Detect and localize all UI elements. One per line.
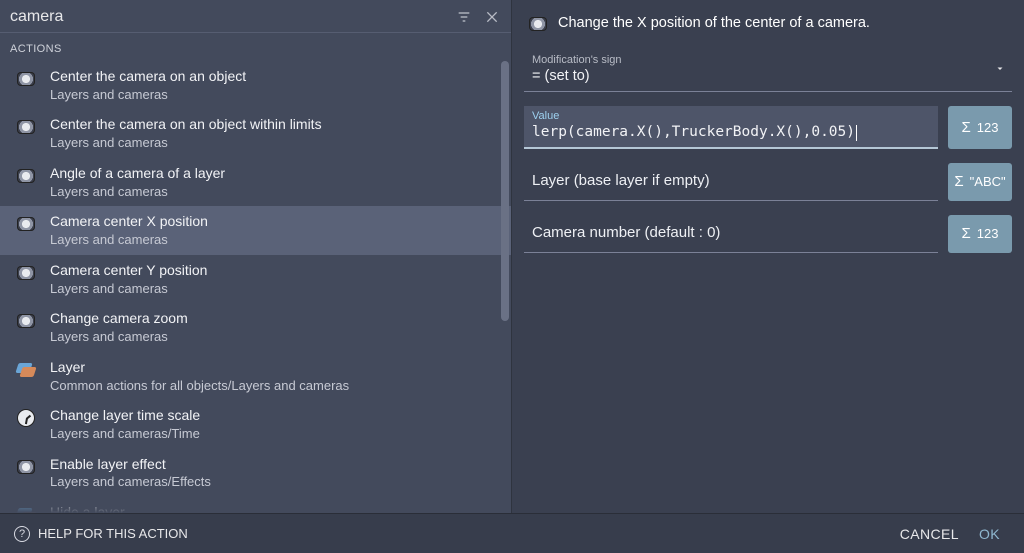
expression-number-button[interactable]: Σ 123 (948, 215, 1012, 253)
expression-string-button[interactable]: Σ "ABC" (948, 163, 1012, 201)
sigma-icon: Σ (962, 225, 971, 242)
list-item[interactable]: Change layer time scaleLayers and camera… (0, 400, 511, 448)
item-sub: Layers and cameras (50, 86, 246, 104)
cancel-button[interactable]: CANCEL (890, 520, 969, 548)
list-item[interactable]: Hide a layerLayers and cameras (0, 497, 511, 513)
layer-input[interactable]: Layer (base layer if empty) (524, 163, 938, 201)
expr-num-label: 123 (977, 120, 999, 135)
sign-label: Modification's sign (532, 54, 1010, 66)
ok-button[interactable]: OK (969, 520, 1010, 548)
layer-placeholder: Layer (base layer if empty) (532, 172, 936, 189)
parameters-panel: Change the X position of the center of a… (512, 0, 1024, 513)
camera-icon (16, 69, 36, 89)
section-label: ACTIONS (0, 33, 511, 61)
footer: ? HELP FOR THIS ACTION CANCEL OK (0, 513, 1024, 553)
camera-icon (16, 117, 36, 137)
camera-number-placeholder: Camera number (default : 0) (532, 224, 936, 241)
help-label: HELP FOR THIS ACTION (38, 526, 188, 541)
sigma-icon: Σ (954, 173, 963, 190)
item-title: Enable layer effect (50, 455, 211, 474)
expr-str-label: "ABC" (970, 174, 1006, 189)
expression-number-button[interactable]: Σ 123 (948, 106, 1012, 149)
action-header: Change the X position of the center of a… (524, 10, 1012, 48)
item-sub: Layers and cameras/Time (50, 425, 200, 443)
sigma-icon: Σ (962, 119, 971, 136)
camera-icon (16, 214, 36, 234)
sign-value: = (set to) (532, 68, 1010, 84)
item-title: Change layer time scale (50, 406, 200, 425)
actions-list: Center the camera on an objectLayers and… (0, 61, 511, 513)
item-sub: Layers and cameras (50, 231, 208, 249)
camera-icon (16, 263, 36, 283)
item-title: Center the camera on an object within li… (50, 115, 322, 134)
item-sub: Layers and cameras/Effects (50, 473, 211, 491)
value-label: Value (532, 110, 936, 122)
chevron-down-icon (994, 62, 1006, 77)
list-item[interactable]: Change camera zoomLayers and cameras (0, 303, 511, 351)
action-title: Change the X position of the center of a… (558, 15, 870, 31)
list-item[interactable]: Enable layer effectLayers and cameras/Ef… (0, 449, 511, 497)
item-title: Camera center X position (50, 212, 208, 231)
item-title: Hide a layer (50, 503, 168, 513)
item-sub: Layers and cameras (50, 328, 188, 346)
item-title: Change camera zoom (50, 309, 188, 328)
camera-icon (16, 311, 36, 331)
expr-num-label: 123 (977, 226, 999, 241)
item-title: Layer (50, 358, 349, 377)
item-sub: Layers and cameras (50, 280, 207, 298)
camera-icon (16, 166, 36, 186)
item-sub: Layers and cameras (50, 183, 225, 201)
item-title: Camera center Y position (50, 261, 207, 280)
actions-panel: ACTIONS Center the camera on an objectLa… (0, 0, 512, 513)
help-icon: ? (14, 526, 30, 542)
item-title: Center the camera on an object (50, 67, 246, 86)
list-item[interactable]: LayerCommon actions for all objects/Laye… (0, 352, 511, 400)
layer-icon (16, 505, 36, 513)
list-item[interactable]: Center the camera on an objectLayers and… (0, 61, 511, 109)
item-title: Angle of a camera of a layer (50, 164, 225, 183)
search-input[interactable] (8, 6, 447, 28)
clock-icon (16, 408, 36, 428)
sign-select[interactable]: Modification's sign = (set to) (524, 48, 1012, 92)
list-item[interactable]: Camera center Y positionLayers and camer… (0, 255, 511, 303)
list-item[interactable]: Angle of a camera of a layerLayers and c… (0, 158, 511, 206)
text-cursor (856, 125, 857, 141)
list-item[interactable]: Center the camera on an object within li… (0, 109, 511, 157)
camera-icon (16, 457, 36, 477)
item-sub: Common actions for all objects/Layers an… (50, 377, 349, 395)
value-input[interactable]: Value lerp(camera.X(),TruckerBody.X(),0.… (524, 106, 938, 149)
scrollbar[interactable] (501, 61, 509, 321)
value-text: lerp(camera.X(),TruckerBody.X(),0.05) (532, 124, 855, 140)
camera-icon (528, 14, 548, 34)
list-item[interactable]: Camera center X positionLayers and camer… (0, 206, 511, 254)
filter-icon[interactable] (453, 6, 475, 28)
layer-icon (16, 360, 36, 380)
item-sub: Layers and cameras (50, 134, 322, 152)
search-row (0, 0, 511, 33)
close-icon[interactable] (481, 6, 503, 28)
camera-number-input[interactable]: Camera number (default : 0) (524, 215, 938, 253)
help-link[interactable]: ? HELP FOR THIS ACTION (14, 526, 188, 542)
